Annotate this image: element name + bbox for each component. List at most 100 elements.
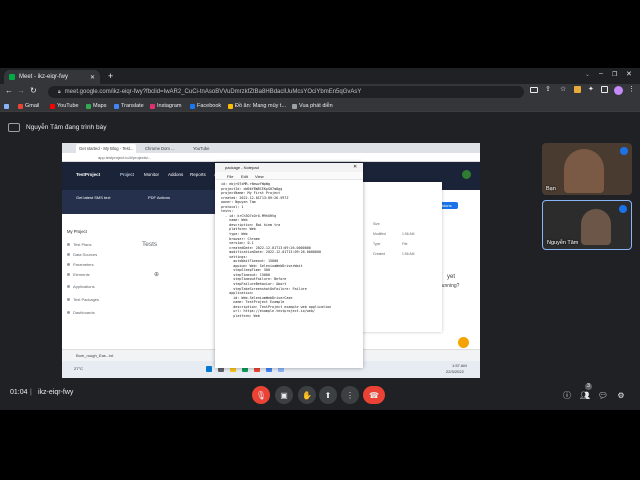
camera-button[interactable]: ▣ <box>275 386 293 404</box>
chat-icon[interactable]: 💬︎ <box>596 388 610 402</box>
end-call-button[interactable]: ☎ <box>363 386 385 404</box>
camera-indicator-icon[interactable] <box>530 87 538 93</box>
screen: Meet - ikz-eiqr-fwy ✕ + ⌄ – ❐ ✕ ← → ↻ 🔒︎… <box>0 0 640 480</box>
bookmark-label: Vua phát diễn <box>299 103 333 109</box>
bookmark-label: Maps <box>93 103 107 109</box>
people-icon[interactable]: 👥︎ <box>578 388 592 402</box>
raise-hand-button[interactable]: ⬆ <box>319 386 337 404</box>
browser-tab-meet[interactable]: Meet - ikz-eiqr-fwy ✕ <box>4 70 100 84</box>
presenter-banner: Nguyễn Tâm đang trình bày <box>8 120 106 134</box>
new-tab-icon[interactable]: + <box>108 71 113 81</box>
participant-tile-presenter[interactable]: Nguyễn Tâm <box>542 200 632 250</box>
windows-start-icon[interactable] <box>206 366 212 372</box>
meeting-time: 01:04 <box>10 389 28 396</box>
menu-edit[interactable]: Edit <box>241 174 248 179</box>
close-tab-icon[interactable]: ✕ <box>90 74 95 81</box>
captions-button[interactable]: ✋ <box>298 386 316 404</box>
prop-value: 1:56 AM <box>402 232 415 236</box>
notepad-close-icon[interactable]: ✕ <box>353 164 357 170</box>
prop-label: Modified <box>373 232 386 236</box>
bookmark-gmail[interactable]: Gmail <box>18 101 39 111</box>
translate-icon <box>114 103 119 109</box>
bookmark-label: Instagram <box>157 103 182 109</box>
info-icon[interactable]: ⓘ <box>560 388 574 402</box>
notepad-title: package - Notepad <box>225 165 259 170</box>
bookmark-vua[interactable]: Vua phát diễn <box>292 101 333 111</box>
empty-state-text: running? <box>440 283 460 289</box>
bookmark-instagram[interactable]: Instagram <box>150 101 181 111</box>
reload-icon[interactable]: ↻ <box>30 86 37 95</box>
promo-right[interactable]: PDF Actions <box>148 195 170 200</box>
side-item[interactable]: Test Packages <box>67 297 99 302</box>
side-item[interactable]: Dashboards <box>67 310 95 315</box>
testproject-logo: TestProject <box>76 172 101 177</box>
maps-icon <box>86 103 91 109</box>
remote-tab[interactable]: Get started - My Blog - Test... <box>76 144 137 153</box>
bookmark-label: Translate <box>121 103 144 109</box>
nav-addons[interactable]: Addons <box>168 172 183 177</box>
bookmarks-bar: Gmail YouTube Maps Translate Instagram F… <box>0 100 640 112</box>
tab-search-icon[interactable]: ⌄ <box>585 71 590 78</box>
add-test-icon[interactable]: ⊕ <box>154 271 159 278</box>
sidebar-icon[interactable] <box>601 86 608 93</box>
download-item[interactable]: Bom_rough_Eas...txt <box>76 353 113 358</box>
notepad-titlebar: package - Notepad ✕ <box>215 163 363 172</box>
bookmark-maps[interactable]: Maps <box>86 101 106 111</box>
parameters-icon <box>67 263 70 266</box>
minimize-window-icon[interactable]: – <box>599 70 603 77</box>
bookmark-apps[interactable] <box>4 101 9 111</box>
bookmark-star-icon[interactable]: ☆ <box>560 85 566 93</box>
nav-monitor[interactable]: Monitor <box>144 172 159 177</box>
meeting-code: ikz-eiqr-fwy <box>38 389 74 396</box>
bookmark-label: Facebook <box>197 103 222 109</box>
menu-file[interactable]: File <box>227 174 233 179</box>
side-item[interactable]: Test Plans <box>67 242 91 247</box>
remote-tab[interactable]: YouTube <box>190 144 213 153</box>
bookmark-food[interactable]: Đồ ăn: Mang mùy t... <box>228 101 286 111</box>
url-bar[interactable]: 🔒︎ meet.google.com/ikz-eiqr-fwy?fbclid=I… <box>48 86 524 98</box>
profile-avatar[interactable] <box>614 86 623 95</box>
bookmark-translate[interactable]: Translate <box>114 101 144 111</box>
bookmark-facebook[interactable]: Facebook <box>190 101 221 111</box>
taskbar-time: 1:57 AM <box>452 363 467 368</box>
remote-url: app.testproject.io/#/projects/... <box>98 155 152 160</box>
prop-label: Size <box>373 222 380 226</box>
speaking-icon <box>619 205 627 213</box>
participant-video <box>564 149 604 193</box>
notepad-text-area[interactable]: id: ebjr07xMR-r6mwvYWpWg projectId: dd0kY… <box>221 182 331 318</box>
browser-tab-title: Meet - ikz-eiqr-fwy <box>19 74 69 80</box>
back-arrow-icon[interactable]: ← <box>5 86 13 95</box>
present-button[interactable]: ⋮ <box>341 386 359 404</box>
side-item[interactable]: Data Sources <box>67 252 97 257</box>
mic-off-button[interactable]: 🎙︎ <box>252 386 270 404</box>
more-options-icon[interactable]: ⋮ <box>628 85 635 93</box>
project-label[interactable]: My Project <box>67 229 87 234</box>
elements-icon <box>67 273 70 276</box>
help-chat-button[interactable] <box>458 337 469 348</box>
address-toolbar: ← → ↻ 🔒︎ meet.google.com/ikz-eiqr-fwy?fb… <box>0 84 640 100</box>
puzzle-extensions-icon[interactable]: ✦ <box>588 85 594 93</box>
participant-tile-self[interactable]: Bạn <box>542 143 632 195</box>
share-icon[interactable]: ⇪ <box>545 85 551 93</box>
prop-label: Created <box>373 252 386 256</box>
side-item[interactable]: Elements <box>67 272 90 277</box>
nav-reports[interactable]: Reports <box>190 172 206 177</box>
test-packages-icon <box>67 298 70 301</box>
bookmark-youtube[interactable]: YouTube <box>50 101 79 111</box>
url-text: meet.google.com/ikz-eiqr-fwy?fbclid=IwAR… <box>64 89 362 95</box>
activities-icon[interactable]: ⚙︎ <box>614 388 628 402</box>
menu-view[interactable]: View <box>255 174 264 179</box>
prop-value: File <box>402 242 408 246</box>
side-item[interactable]: Applications <box>67 284 95 289</box>
meeting-separator: | <box>30 389 32 396</box>
side-item[interactable]: Parameters <box>67 262 94 267</box>
promo-left[interactable]: Get latest SMS text <box>76 195 110 200</box>
remote-tab[interactable]: Chrome Dom ... <box>142 144 178 153</box>
extension-icon[interactable] <box>574 86 581 93</box>
forward-arrow-icon[interactable]: → <box>17 86 25 95</box>
maximize-window-icon[interactable]: ❐ <box>612 71 617 78</box>
user-avatar[interactable] <box>462 170 471 179</box>
remote-address-bar[interactable]: app.testproject.io/#/projects/... <box>62 153 480 162</box>
close-window-icon[interactable]: ✕ <box>626 70 632 78</box>
nav-project[interactable]: Project <box>120 172 134 177</box>
